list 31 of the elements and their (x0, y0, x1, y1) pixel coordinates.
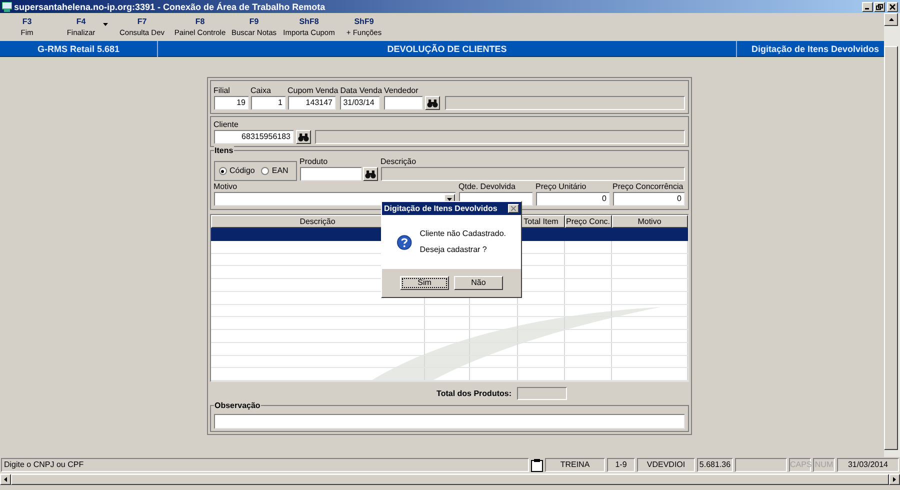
field-label: Filial (214, 86, 231, 96)
field-label: Cupom Venda (288, 86, 338, 96)
field-label: Qtde. Devolvida (458, 182, 516, 192)
status-field: 1-9 (607, 458, 635, 472)
group-title: Observação (214, 401, 262, 410)
status-field: TREINA (545, 458, 605, 472)
window-title: supersantahelena.no-ip.org:3391 - Conexão de Área de Trabalho Remota (14, 0, 326, 12)
group-title: Itens (214, 146, 234, 155)
field-label: Preço Unitário (536, 182, 588, 192)
field-label: Preço Concorrência (612, 182, 684, 192)
app-name: G-RMS Retail 5.681 (0, 40, 158, 56)
dialog-title: Digitação de Itens Devolvidos (384, 202, 498, 214)
field-label: Descrição (380, 157, 418, 167)
dialog-message: Cliente não Cadastrado. (420, 229, 506, 239)
field-label: Produto (300, 157, 329, 167)
status-date: 31/03/2014 (837, 458, 899, 472)
radio-label: EAN (272, 166, 288, 176)
field-label: Vendedor (384, 86, 420, 96)
status-field: VDEVDIOI (637, 458, 695, 472)
field-label: Data Venda (340, 86, 382, 96)
status-indicator: CAPS (789, 458, 811, 472)
radio-label: Código (230, 166, 255, 176)
screen-title: DEVOLUÇÃO DE CLIENTES (158, 40, 737, 56)
field-label: Cliente (214, 120, 240, 130)
status-field: 5.681.36 (697, 458, 733, 472)
field-label: Caixa (250, 86, 272, 96)
screen-subtitle: Digitação de Itens Devolvidos (750, 42, 880, 56)
total-label: Total dos Produtos: (436, 388, 512, 400)
dialog-message: Deseja cadastrar ? (420, 245, 488, 255)
field-label: Motivo (214, 182, 238, 192)
status-message: Digite o CNPJ ou CPF (1, 458, 529, 472)
